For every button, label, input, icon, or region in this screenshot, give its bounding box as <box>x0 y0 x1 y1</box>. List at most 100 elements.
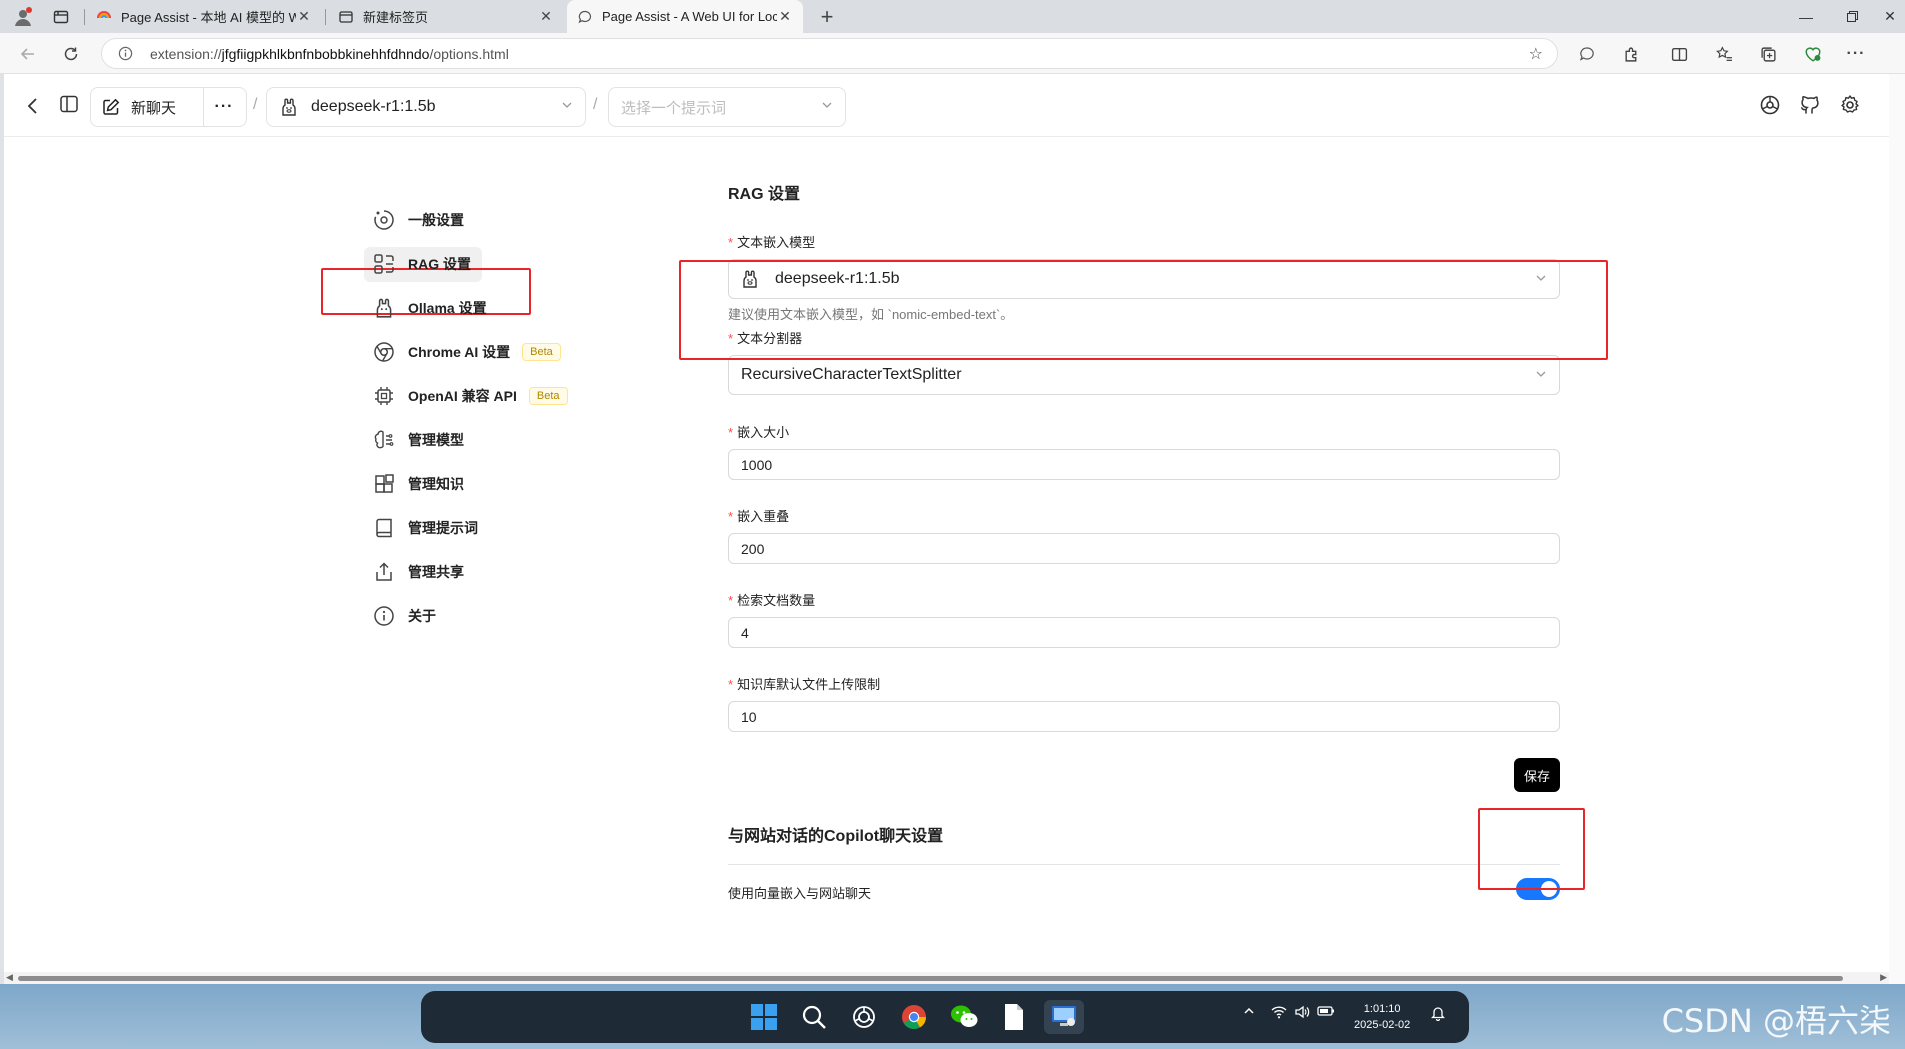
back-chevron-icon[interactable] <box>20 93 46 119</box>
search-icon[interactable] <box>794 1000 834 1034</box>
header-separator: / <box>593 96 598 113</box>
gear-settings-icon[interactable] <box>1836 91 1864 119</box>
sidebar-item-about[interactable]: 关于 <box>364 594 574 638</box>
refresh-icon[interactable] <box>56 39 86 69</box>
rag-settings-title: RAG 设置 <box>728 186 801 203</box>
sidebar-item-label: 一般设置 <box>408 212 464 228</box>
splitter-label: * 文本分割器 <box>728 331 803 346</box>
sidebar-item-openai-api[interactable]: OpenAI 兼容 API Beta <box>364 374 574 418</box>
chevron-down-icon <box>1535 368 1547 383</box>
app-header: 新聊天 ··· / deepseek-r1:1.5b / 选择一个提示词 <box>4 74 1889 137</box>
remote-desktop-icon[interactable] <box>1044 1000 1084 1034</box>
prompt-placeholder: 选择一个提示词 <box>621 99 727 117</box>
sidebar-item-manage-knowledge[interactable]: 管理知识 <box>364 462 574 506</box>
sidebar-item-ollama[interactable]: Ollama 设置 <box>364 286 574 330</box>
chunk-overlap-input[interactable]: 200 <box>728 533 1560 564</box>
back-arrow-icon[interactable] <box>13 39 43 69</box>
new-tab-plus-icon[interactable]: + <box>812 2 842 32</box>
vertical-scrollbar[interactable] <box>1889 74 1905 984</box>
horizontal-scrollbar[interactable]: ◀ ▶ <box>4 972 1889 984</box>
close-tab-icon[interactable]: ✕ <box>538 8 554 25</box>
rag-settings-form: RAG 设置 * 文本嵌入模型 deepseek-r1:1.5b 建议使用文本嵌入… <box>728 180 1560 919</box>
vector-embed-label: 使用向量嵌入与网站聊天 <box>728 886 872 901</box>
battery-icon[interactable] <box>1317 1005 1335 1020</box>
new-chat-button[interactable]: 新聊天 <box>131 97 176 118</box>
embedding-model-help: 建议使用文本嵌入模型，如 `nomic-embed-text`。 <box>728 307 1014 322</box>
cpu-icon <box>372 384 396 408</box>
browser-tab-3-active[interactable]: Page Assist - A Web UI for Local A ✕ <box>567 0 803 33</box>
show-hidden-icons-chevron-icon[interactable] <box>1243 1005 1255 1020</box>
retrieval-count-input[interactable]: 4 <box>728 617 1560 648</box>
embedding-model-select[interactable]: deepseek-r1:1.5b <box>728 259 1560 299</box>
sidebar-item-general[interactable]: 一般设置 <box>364 198 574 242</box>
chrome-settings-icon[interactable] <box>1756 91 1784 119</box>
new-chat-group: 新聊天 ··· <box>90 87 247 127</box>
sidebar-item-manage-models[interactable]: 管理模型 <box>364 418 574 462</box>
vector-embed-row: 使用向量嵌入与网站聊天 <box>728 878 1560 919</box>
settings-more-icon[interactable]: ··· <box>1843 41 1869 67</box>
file-document-icon[interactable] <box>994 1000 1034 1034</box>
sidebar-item-chrome-ai[interactable]: Chrome AI 设置 Beta <box>364 330 574 374</box>
model-name: deepseek-r1:1.5b <box>311 98 436 115</box>
brain-icon <box>372 428 396 452</box>
divider <box>728 864 1560 865</box>
scrollbar-thumb[interactable] <box>18 976 1843 981</box>
restore-window-icon[interactable] <box>1829 0 1875 33</box>
upload-limit-input[interactable]: 10 <box>728 701 1560 732</box>
taskbar-pill: 1:01:10 2025-02-02 <box>421 991 1469 1043</box>
volume-icon[interactable] <box>1294 1005 1310 1022</box>
windows-start-icon[interactable] <box>744 1000 784 1034</box>
sidebar-item-manage-share[interactable]: 管理共享 <box>364 550 574 594</box>
github-icon[interactable] <box>1795 91 1823 119</box>
close-tab-icon[interactable]: ✕ <box>777 8 793 25</box>
header-separator: / <box>253 96 258 113</box>
tab-actions-icon[interactable] <box>46 2 76 32</box>
minimize-window-icon[interactable]: — <box>1783 0 1829 33</box>
sidebar-item-manage-prompts[interactable]: 管理提示词 <box>364 506 574 550</box>
chatgpt-icon[interactable] <box>844 1000 884 1034</box>
page-assist-favicon-icon <box>96 9 112 25</box>
scroll-right-arrow-icon[interactable]: ▶ <box>1880 972 1887 983</box>
notification-bell-icon[interactable] <box>1430 1005 1446 1024</box>
close-window-icon[interactable]: ✕ <box>1875 0 1905 33</box>
profile-avatar-icon[interactable] <box>8 2 38 32</box>
tab-separator <box>325 9 326 25</box>
vector-embed-toggle[interactable] <box>1516 878 1560 900</box>
collections-icon[interactable] <box>1755 41 1781 67</box>
text-splitter-select[interactable]: RecursiveCharacterTextSplitter <box>728 355 1560 395</box>
more-options-button[interactable]: ··· <box>202 88 246 126</box>
os-taskbar: 1:01:10 2025-02-02 CSDN @梧六柒 <box>0 984 1905 1049</box>
favorites-list-icon[interactable] <box>1711 41 1737 67</box>
prompt-select[interactable]: 选择一个提示词 <box>608 87 846 127</box>
wechat-icon[interactable] <box>944 1000 984 1034</box>
sidebar-item-label: 关于 <box>408 608 436 624</box>
sidebar-item-rag[interactable]: RAG 设置 <box>364 242 574 286</box>
rag-icon <box>372 252 396 276</box>
general-settings-icon <box>372 208 396 232</box>
tab-title: Page Assist - A Web UI for Local A <box>602 9 777 24</box>
split-screen-icon[interactable] <box>1666 41 1692 67</box>
chunk-size-input[interactable]: 1000 <box>728 449 1560 480</box>
address-bar[interactable]: extension://jfgfiigpkhlkbnfnbobbkinehhfd… <box>101 38 1558 69</box>
chat-bubble-favicon-icon <box>577 9 593 25</box>
scroll-left-arrow-icon[interactable]: ◀ <box>6 972 13 983</box>
new-tab-favicon-icon <box>338 9 354 25</box>
browser-tab-strip: Page Assist - 本地 AI 模型的 Web ✕ 新建标签页 ✕ Pa… <box>0 0 1905 33</box>
save-button[interactable]: 保存 <box>1514 758 1560 792</box>
share-icon <box>372 560 396 584</box>
browser-tab-2[interactable]: 新建标签页 ✕ <box>328 0 564 33</box>
system-clock[interactable]: 1:01:10 2025-02-02 <box>1354 1001 1410 1033</box>
model-select[interactable]: deepseek-r1:1.5b <box>266 87 586 127</box>
chrome-browser-icon[interactable] <box>894 1000 934 1034</box>
chunk-size-label: * 嵌入大小 <box>728 425 790 440</box>
favorite-star-icon[interactable]: ☆ <box>1529 44 1543 64</box>
close-tab-icon[interactable]: ✕ <box>296 8 312 25</box>
browser-tab-1[interactable]: Page Assist - 本地 AI 模型的 Web ✕ <box>86 0 322 33</box>
browser-essentials-icon[interactable] <box>1800 41 1826 67</box>
text-splitter-value: RecursiveCharacterTextSplitter <box>741 366 962 383</box>
extensions-puzzle-icon[interactable] <box>1618 41 1644 67</box>
site-info-icon[interactable] <box>110 46 140 61</box>
sidebar-toggle-icon[interactable] <box>56 91 82 117</box>
chat-extension-icon[interactable] <box>1574 41 1600 67</box>
wifi-icon[interactable] <box>1271 1005 1287 1022</box>
